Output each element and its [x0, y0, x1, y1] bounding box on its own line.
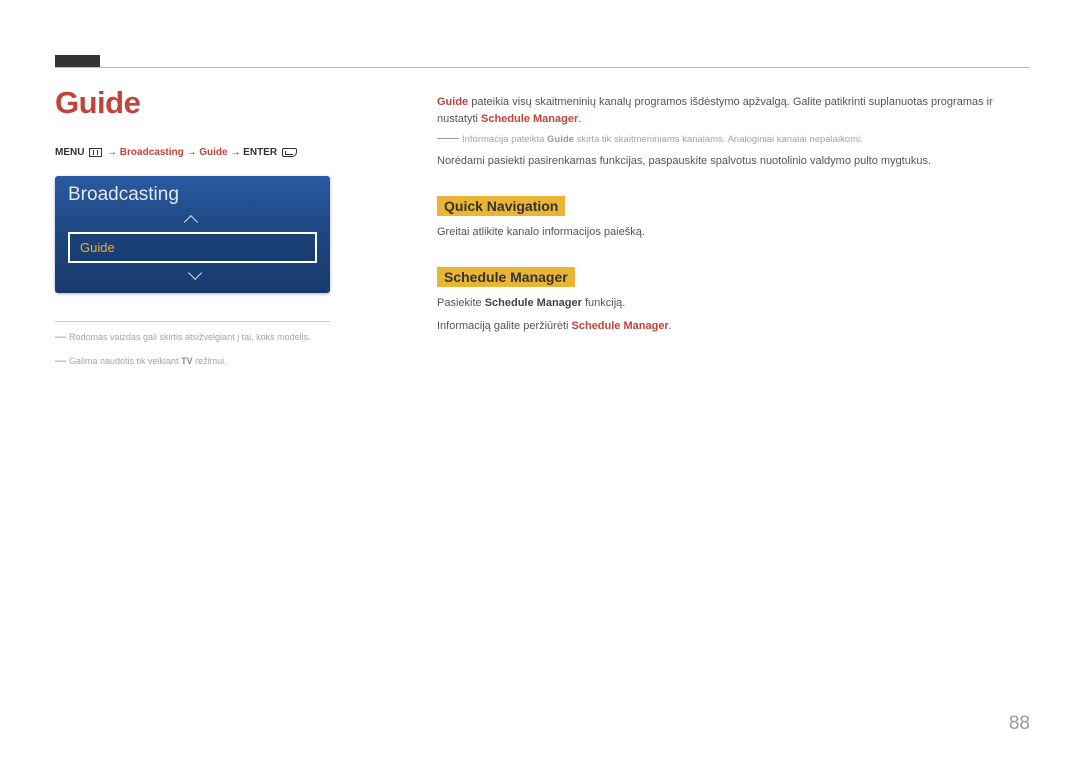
intro-note-text: Informacija pateikta Guide skirta tik sk…	[462, 134, 863, 145]
intro-note: Informacija pateikta Guide skirta tik sk…	[437, 134, 1030, 145]
breadcrumb-section: Broadcasting	[120, 147, 184, 158]
quick-navigation-text: Greitai atlikite kanalo informacijos pai…	[437, 224, 1030, 241]
chevron-up-icon	[183, 215, 197, 229]
page-title: Guide	[55, 85, 417, 121]
osd-panel-broadcasting: Broadcasting Guide	[55, 176, 330, 293]
chapter-tab-indicator	[55, 55, 100, 67]
chevron-down-icon	[188, 266, 202, 280]
footnote-2-text: Galima naudotis tik veikiant TV režimui.	[69, 356, 227, 366]
breadcrumb-menu: MENU	[55, 147, 84, 158]
header-rule	[55, 67, 1030, 68]
footnote-dash-icon: ―	[55, 357, 69, 366]
section-schedule-manager-title: Schedule Manager	[437, 267, 575, 287]
nav-up[interactable]	[68, 212, 317, 228]
schedule-manager-text-2: Informaciją galite peržiūrėti Schedule M…	[437, 318, 1030, 335]
nav-down[interactable]	[68, 267, 317, 283]
right-column: Guide pateikia visų skaitmeninių kanalų …	[437, 85, 1030, 380]
left-column: Guide MENU → Broadcasting → Guide → ENTE…	[55, 85, 437, 380]
section-quick-navigation-title: Quick Navigation	[437, 196, 565, 216]
menu-icon	[89, 148, 102, 157]
intro-paragraph-2: Norėdami pasiekti pasirenkamas funkcijas…	[437, 153, 1030, 170]
arrow-3: →	[230, 147, 240, 158]
footnote-1: ― Rodomas vaizdas gali skirtis atsižvelg…	[55, 332, 417, 342]
footnote-divider	[55, 321, 330, 322]
footnote-dash-icon: ―	[55, 333, 69, 342]
note-dash-icon	[437, 138, 459, 139]
enter-icon	[282, 148, 297, 157]
arrow-2: →	[186, 147, 196, 158]
panel-title: Broadcasting	[68, 184, 317, 206]
breadcrumb: MENU → Broadcasting → Guide → ENTER	[55, 147, 417, 158]
breadcrumb-item: Guide	[199, 147, 227, 158]
page-number: 88	[1009, 713, 1030, 735]
arrow-1: →	[107, 147, 117, 158]
schedule-manager-text-1: Pasiekite Schedule Manager funkciją.	[437, 295, 1030, 312]
intro-paragraph-1: Guide pateikia visų skaitmeninių kanalų …	[437, 94, 1030, 128]
content-area: Guide MENU → Broadcasting → Guide → ENTE…	[55, 55, 1030, 380]
breadcrumb-enter: ENTER	[243, 147, 277, 158]
panel-selected-item[interactable]: Guide	[68, 232, 317, 263]
footnote-1-text: Rodomas vaizdas gali skirtis atsižvelgia…	[69, 332, 311, 342]
footnote-2: ― Galima naudotis tik veikiant TV režimu…	[55, 356, 417, 366]
